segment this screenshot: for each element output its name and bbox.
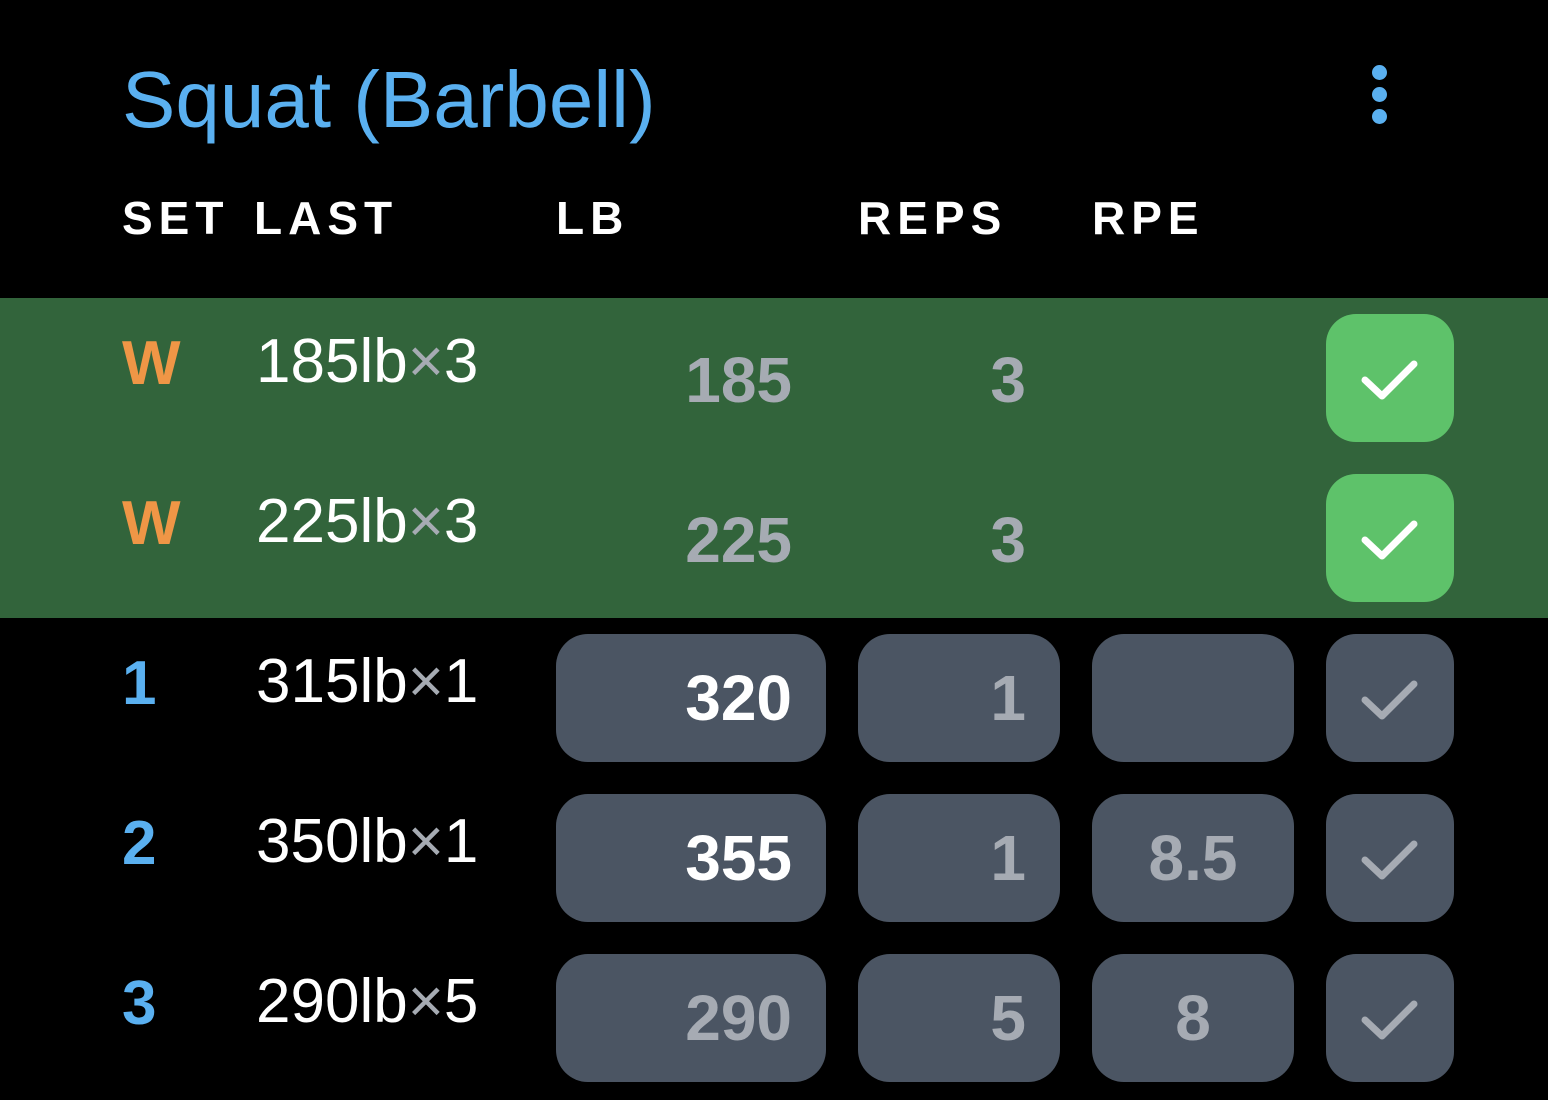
checkmark-icon — [1361, 1000, 1418, 1040]
column-header-weight: LB — [556, 192, 630, 244]
previous-reps: 3 — [443, 487, 479, 556]
previous-weight: 315lb — [256, 647, 408, 716]
checkmark-icon — [1361, 680, 1418, 720]
set-row-warmup-1: W 185lb×3 185 3 — [0, 298, 1548, 458]
column-header-rpe: RPE — [1092, 192, 1205, 244]
set-row-3: 3 290lb×5 290 5 8 — [0, 938, 1548, 1098]
more-vertical-icon — [1372, 65, 1387, 80]
checkmark-icon — [1361, 520, 1418, 560]
rpe-input[interactable]: 8.5 — [1092, 794, 1294, 922]
complete-set-button[interactable] — [1326, 474, 1454, 602]
previous-weight: 185lb — [256, 327, 408, 396]
weight-value[interactable]: 225 — [685, 504, 792, 576]
set-number[interactable]: 3 — [122, 968, 156, 1040]
checkmark-icon — [1361, 360, 1418, 400]
set-row-1: 1 315lb×1 320 1 — [0, 618, 1548, 778]
set-row-warmup-2: W 225lb×3 225 3 — [0, 458, 1548, 618]
rpe-input[interactable] — [1092, 634, 1294, 762]
weight-input[interactable]: 320 — [556, 634, 826, 762]
previous-weight: 225lb — [256, 487, 408, 556]
reps-value[interactable]: 3 — [990, 344, 1026, 416]
complete-set-button[interactable] — [1326, 794, 1454, 922]
weight-value[interactable]: 185 — [685, 344, 792, 416]
previous-reps: 1 — [443, 647, 479, 716]
set-number[interactable]: W — [122, 488, 181, 560]
reps-input[interactable]: 1 — [858, 634, 1060, 762]
previous-set[interactable]: 350lb×1 — [256, 806, 478, 878]
set-number[interactable]: W — [122, 328, 181, 400]
previous-set[interactable]: 185lb×3 — [256, 326, 478, 398]
set-number[interactable]: 1 — [122, 648, 156, 720]
previous-weight: 290lb — [256, 967, 408, 1036]
more-vertical-icon — [1372, 87, 1387, 102]
previous-weight: 350lb — [256, 807, 408, 876]
weight-input[interactable]: 355 — [556, 794, 826, 922]
times-separator: × — [407, 967, 444, 1036]
set-row-2: 2 350lb×1 355 1 8.5 — [0, 778, 1548, 938]
previous-reps: 1 — [443, 807, 479, 876]
complete-set-button[interactable] — [1326, 634, 1454, 762]
complete-set-button[interactable] — [1326, 954, 1454, 1082]
rpe-input[interactable]: 8 — [1092, 954, 1294, 1082]
set-number[interactable]: 2 — [122, 808, 156, 880]
exercise-title[interactable]: Squat (Barbell) — [122, 52, 656, 148]
more-vertical-icon — [1372, 109, 1387, 124]
previous-reps: 5 — [443, 967, 479, 1036]
previous-reps: 3 — [443, 327, 479, 396]
reps-input[interactable]: 1 — [858, 794, 1060, 922]
column-header-reps: REPS — [858, 192, 1008, 244]
times-separator: × — [407, 487, 444, 556]
checkmark-icon — [1361, 840, 1418, 880]
times-separator: × — [407, 327, 444, 396]
times-separator: × — [407, 807, 444, 876]
previous-set[interactable]: 225lb×3 — [256, 486, 478, 558]
times-separator: × — [407, 647, 444, 716]
previous-set[interactable]: 315lb×1 — [256, 646, 478, 718]
complete-set-button[interactable] — [1326, 314, 1454, 442]
weight-input[interactable]: 290 — [556, 954, 826, 1082]
column-header-last: LAST — [254, 192, 399, 244]
reps-value[interactable]: 3 — [990, 504, 1026, 576]
reps-input[interactable]: 5 — [858, 954, 1060, 1082]
previous-set[interactable]: 290lb×5 — [256, 966, 478, 1038]
more-options-button[interactable] — [1352, 56, 1408, 128]
column-header-set: SET — [122, 192, 230, 244]
